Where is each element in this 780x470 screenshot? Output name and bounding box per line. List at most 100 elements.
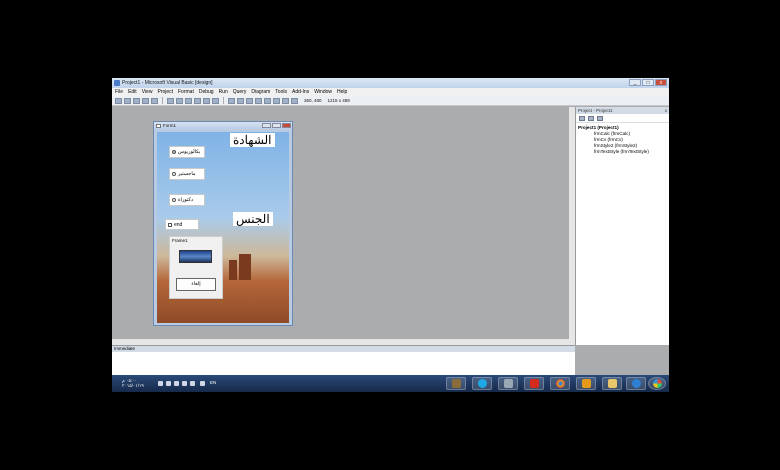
find-icon[interactable] <box>194 97 201 104</box>
menu-project[interactable]: Project <box>157 88 173 96</box>
chrome-icon <box>555 379 565 388</box>
page: { "window": {"title": "Project1 - Micros… <box>0 0 780 470</box>
menu-edit[interactable]: Edit <box>128 88 137 96</box>
form-window[interactable]: Form1 الشهادة بكالوريوس ماجستير دكتوراة … <box>153 121 293 326</box>
option-label: دكتوراة <box>178 197 194 203</box>
taskbar-app-button[interactable] <box>524 377 544 390</box>
taskbar-app-button[interactable] <box>550 377 570 390</box>
toolbox-icon[interactable] <box>291 97 298 104</box>
properties-window-icon[interactable] <box>264 97 271 104</box>
form-close-button[interactable] <box>282 123 291 128</box>
taskbar-app-button[interactable] <box>576 377 596 390</box>
form-layout-icon[interactable] <box>273 97 280 104</box>
media-player-icon <box>581 379 591 388</box>
taskbar-app-button[interactable] <box>498 377 518 390</box>
option-label: ماجستير <box>178 171 196 177</box>
menu-editor-icon[interactable] <box>133 97 140 104</box>
menu-diagram[interactable]: Diagram <box>251 88 270 96</box>
volume-icon[interactable] <box>158 381 163 386</box>
taskbar-app-button[interactable] <box>626 377 646 390</box>
project-explorer-close-button[interactable]: x <box>665 107 667 114</box>
taskbar-app-button[interactable] <box>602 377 622 390</box>
network-app-icon <box>503 379 513 388</box>
maximize-button[interactable]: □ <box>642 79 654 86</box>
project-explorer-icon[interactable] <box>255 97 262 104</box>
add-project-icon[interactable] <box>115 97 122 104</box>
menu-query[interactable]: Query <box>233 88 247 96</box>
size-readout: 1215 x 489 <box>327 98 350 103</box>
radio-icon <box>172 198 176 202</box>
language-indicator[interactable]: EN <box>210 380 216 385</box>
flag-icon[interactable] <box>182 381 187 386</box>
show-hidden-icons-icon[interactable] <box>200 381 205 386</box>
taskbar: ٠٥:٠٠ م ٢٠١٥/٠١/١٩ EN <box>112 375 669 392</box>
save-icon[interactable] <box>151 97 158 104</box>
empty-dock-area <box>575 345 669 375</box>
copy-icon[interactable] <box>176 97 183 104</box>
action-center-icon[interactable] <box>174 381 179 386</box>
menu-help[interactable]: Help <box>337 88 347 96</box>
menu-debug[interactable]: Debug <box>199 88 214 96</box>
clock[interactable]: ٠٥:٠٠ م ٢٠١٥/٠١/١٩ <box>122 378 144 388</box>
redo-icon[interactable] <box>212 97 219 104</box>
menu-window[interactable]: Window <box>314 88 332 96</box>
skype-icon <box>477 379 487 388</box>
menu-add-ins[interactable]: Add-Ins <box>292 88 309 96</box>
project-explorer-panel: Project - Project1 x Project1 (Project1)… <box>575 107 669 345</box>
tree-item-form[interactable]: frmTextStyle (frmTextStyle) <box>578 149 669 155</box>
toolbar-separator <box>162 97 163 104</box>
position-readout: 360, 480 <box>304 98 322 103</box>
vb-app-icon <box>114 80 120 86</box>
cancel-command-button[interactable]: إلغاء <box>176 278 216 291</box>
desktop-screen: Project1 - Microsoft Visual Basic [desig… <box>112 78 669 392</box>
menu-file[interactable]: File <box>115 88 123 96</box>
mesa-rock <box>229 260 237 280</box>
form-minimize-button[interactable] <box>262 123 271 128</box>
form-maximize-button[interactable] <box>272 123 281 128</box>
immediate-title: Immediate <box>112 346 575 352</box>
menu-format[interactable]: Format <box>178 88 194 96</box>
project-explorer-toolbar <box>576 114 669 123</box>
start-button[interactable] <box>648 377 666 390</box>
option-bachelor[interactable]: بكالوريوس <box>169 146 205 158</box>
open-icon[interactable] <box>142 97 149 104</box>
view-object-icon[interactable] <box>588 115 594 121</box>
radio-icon <box>172 150 176 154</box>
acrobat-icon <box>529 379 539 388</box>
frame1[interactable]: Frame1 إلغاء <box>169 236 223 299</box>
taskbar-app-button[interactable] <box>446 377 466 390</box>
end-checkbox[interactable]: end <box>165 219 199 230</box>
undo-icon[interactable] <box>203 97 210 104</box>
system-tray: ٠٥:٠٠ م ٢٠١٥/٠١/١٩ EN <box>116 377 216 390</box>
mesa-rock <box>239 254 251 280</box>
start-icon[interactable] <box>228 97 235 104</box>
windows-logo-icon <box>652 379 662 388</box>
option-master[interactable]: ماجستير <box>169 168 205 180</box>
paste-icon[interactable] <box>185 97 192 104</box>
minimize-button[interactable]: _ <box>629 79 641 86</box>
form-titlebar: Form1 <box>154 122 292 130</box>
end-icon[interactable] <box>246 97 253 104</box>
close-button[interactable]: x <box>655 79 667 86</box>
menu-run[interactable]: Run <box>219 88 228 96</box>
object-browser-icon[interactable] <box>282 97 289 104</box>
break-icon[interactable] <box>237 97 244 104</box>
menu-tools[interactable]: Tools <box>275 88 287 96</box>
taskbar-app-button[interactable] <box>472 377 492 390</box>
radio-icon <box>172 172 176 176</box>
option-doctorate[interactable]: دكتوراة <box>169 194 205 206</box>
project-explorer-title-text: Project - Project1 <box>578 108 613 113</box>
battery-icon[interactable] <box>190 381 195 386</box>
picture-box[interactable] <box>179 250 212 263</box>
form-title: Form1 <box>163 123 177 128</box>
network-icon[interactable] <box>166 381 171 386</box>
view-code-icon[interactable] <box>579 115 585 121</box>
checkbox-label: end <box>174 221 183 228</box>
cut-icon[interactable] <box>167 97 174 104</box>
add-form-icon[interactable] <box>124 97 131 104</box>
menu-view[interactable]: View <box>142 88 153 96</box>
toggle-folders-icon[interactable] <box>597 115 603 121</box>
immediate-window[interactable]: Immediate <box>112 345 575 375</box>
clock-date: ٢٠١٥/٠١/١٩ <box>122 383 144 388</box>
toolbar-separator <box>223 97 224 104</box>
